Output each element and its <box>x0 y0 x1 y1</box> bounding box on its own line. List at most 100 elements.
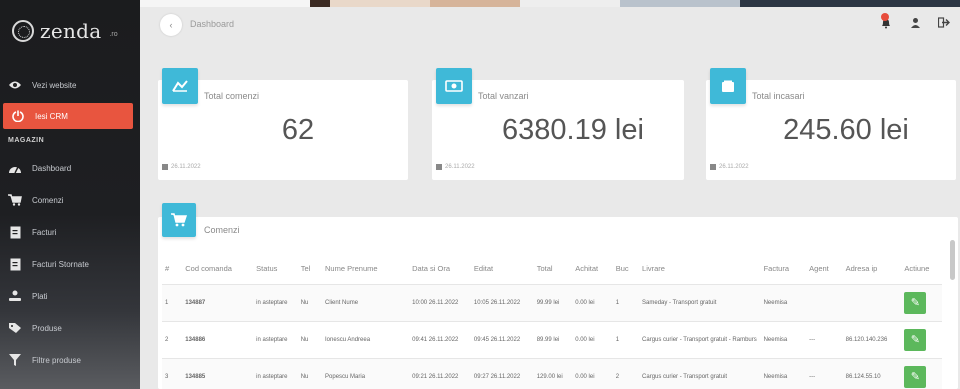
sidebar-item-label: Iesi CRM <box>35 111 68 121</box>
top-photo-strip <box>0 0 960 7</box>
stat-card-sales: Total vanzari 6380.19 lei 26.11.2022 <box>432 68 684 180</box>
cell-invoice: Neemisa <box>760 283 807 321</box>
notification-dot <box>881 13 889 21</box>
sidebar-item-products[interactable]: Produse <box>0 315 140 341</box>
table-scrollbar[interactable] <box>950 240 955 280</box>
sidebar-item-storno-invoices[interactable]: Facturi Stornate <box>0 251 140 277</box>
cart-icon <box>162 203 196 237</box>
calendar-icon <box>162 164 168 170</box>
cell-paid: 0.00 lei <box>572 357 613 389</box>
dashboard-icon <box>8 161 22 175</box>
user-icon[interactable] <box>910 17 921 32</box>
logout-icon[interactable] <box>937 17 950 31</box>
sidebar-toggle-button[interactable]: ‹ <box>160 14 182 36</box>
sidebar-item-label: Produse <box>32 323 62 333</box>
money-icon <box>436 68 472 104</box>
stat-date: 26.11.2022 <box>162 164 201 170</box>
col-header-invoice[interactable]: Factura <box>761 254 807 284</box>
col-header-paid[interactable]: Achitat <box>572 254 613 284</box>
cell-qty: 2 <box>612 357 640 389</box>
cell-name: Ionescu Andreea <box>322 320 410 358</box>
calendar-icon <box>436 164 442 170</box>
col-header-ip[interactable]: Adresa ip <box>843 254 902 284</box>
cell-paid: 0.00 lei <box>572 320 613 358</box>
col-header-qty[interactable]: Buc <box>613 254 639 284</box>
cell-agent: --- <box>806 357 843 389</box>
sidebar-item-payments[interactable]: Plati <box>0 283 140 309</box>
chevron-left-icon: ‹ <box>169 20 173 30</box>
cell-code[interactable]: 134885 <box>182 357 254 389</box>
sidebar-item-label: Vezi website <box>32 80 77 90</box>
stat-value: 6380.19 lei <box>502 114 644 146</box>
stat-value: 245.60 lei <box>783 114 909 146</box>
stat-date-text: 26.11.2022 <box>171 164 201 170</box>
col-header-name[interactable]: Nume Prenume <box>322 254 409 284</box>
col-header-date[interactable]: Data si Ora <box>409 254 471 284</box>
cell-paid: 0.00 lei <box>572 283 613 321</box>
cell-action: ✎ <box>901 283 942 321</box>
col-header-total[interactable]: Total <box>534 254 572 284</box>
calendar-icon <box>710 164 716 170</box>
col-header-edited[interactable]: Editat <box>471 254 534 284</box>
invoice-storno-icon <box>8 257 22 271</box>
filter-icon <box>8 353 22 367</box>
sidebar-item-invoices[interactable]: Facturi <box>0 219 140 245</box>
sidebar-section-label: MAGAZIN <box>8 137 45 144</box>
sidebar-item-product-filters[interactable]: Filtre produse <box>0 347 140 373</box>
col-header-action: Actiune <box>904 264 930 274</box>
sidebar-item-label: Filtre produse <box>32 355 81 365</box>
sidebar-item-label: Comenzi <box>32 195 64 205</box>
cell-code[interactable]: 134887 <box>182 283 254 321</box>
cell-ip <box>842 283 902 321</box>
logo-suffix: .ro <box>109 30 118 38</box>
edit-button[interactable]: ✎ <box>904 291 927 314</box>
cell-delivery: Cargus curier - Transport gratuit <box>639 357 761 389</box>
cell-ip: 86.120.140.236 <box>842 320 902 358</box>
cell-date: 10:00 26.11.2022 <box>409 283 471 321</box>
cell-name: Client Nume <box>322 283 410 321</box>
edit-button[interactable]: ✎ <box>904 365 927 388</box>
stat-date-text: 26.11.2022 <box>445 164 475 170</box>
cell-date: 09:21 26.11.2022 <box>409 357 471 389</box>
stat-date-text: 26.11.2022 <box>719 164 749 170</box>
col-header-agent[interactable]: Agent <box>806 254 842 284</box>
stat-label: Total incasari <box>752 91 805 101</box>
cart-icon <box>8 193 22 207</box>
col-header-delivery[interactable]: Livrare <box>639 254 761 284</box>
table-row[interactable]: 2 134886 in asteptare Nu Ionescu Andreea… <box>162 320 942 358</box>
stat-label: Total vanzari <box>478 91 529 101</box>
orders-panel: Comenzi # Cod comanda Status Tel Nume Pr… <box>158 203 958 389</box>
bar-chart-icon <box>162 68 198 104</box>
col-header-tel[interactable]: Tel <box>298 254 322 284</box>
table-row[interactable]: 1 134887 in asteptare Nu Client Nume 10:… <box>162 283 942 321</box>
cell-action: ✎ <box>901 320 942 358</box>
col-header-num[interactable]: # <box>162 254 182 284</box>
cell-code[interactable]: 134886 <box>182 320 254 358</box>
cell-qty: 1 <box>612 283 640 321</box>
cell-ip: 86.124.55.10 <box>842 357 902 389</box>
edit-button[interactable]: ✎ <box>904 328 927 351</box>
invoice-icon <box>8 225 22 239</box>
cell-agent <box>806 283 843 321</box>
cell-num: 2 <box>162 320 183 358</box>
sidebar-item-label: Facturi <box>32 227 57 237</box>
stat-card-income: Total incasari 245.60 lei 26.11.2022 <box>706 68 956 180</box>
logo[interactable]: zenda .ro <box>12 18 118 44</box>
cell-name: Popescu Maria <box>322 357 410 389</box>
table-row[interactable]: 3 134885 in asteptare Nu Popescu Maria 0… <box>162 357 942 389</box>
sidebar-item-view-website[interactable]: Vezi website <box>0 72 140 98</box>
sidebar-item-exit-crm[interactable]: Iesi CRM <box>3 103 133 129</box>
stat-value: 62 <box>281 114 315 146</box>
cell-action: ✎ <box>901 357 942 389</box>
sidebar-item-label: Facturi Stornate <box>32 259 89 269</box>
cell-tel: Nu <box>297 283 323 321</box>
eye-icon <box>8 78 22 92</box>
cell-num: 3 <box>162 357 183 389</box>
col-header-code[interactable]: Cod comanda <box>182 254 253 284</box>
col-header-status[interactable]: Status <box>253 254 298 284</box>
sidebar-item-dashboard[interactable]: Dashboard <box>0 155 140 181</box>
wallet-icon <box>710 68 746 104</box>
sidebar: zenda .ro Vezi website Iesi CRM MAGAZIN … <box>0 0 140 389</box>
sidebar-item-orders[interactable]: Comenzi <box>0 187 140 213</box>
cell-edited: 09:27 26.11.2022 <box>470 357 534 389</box>
